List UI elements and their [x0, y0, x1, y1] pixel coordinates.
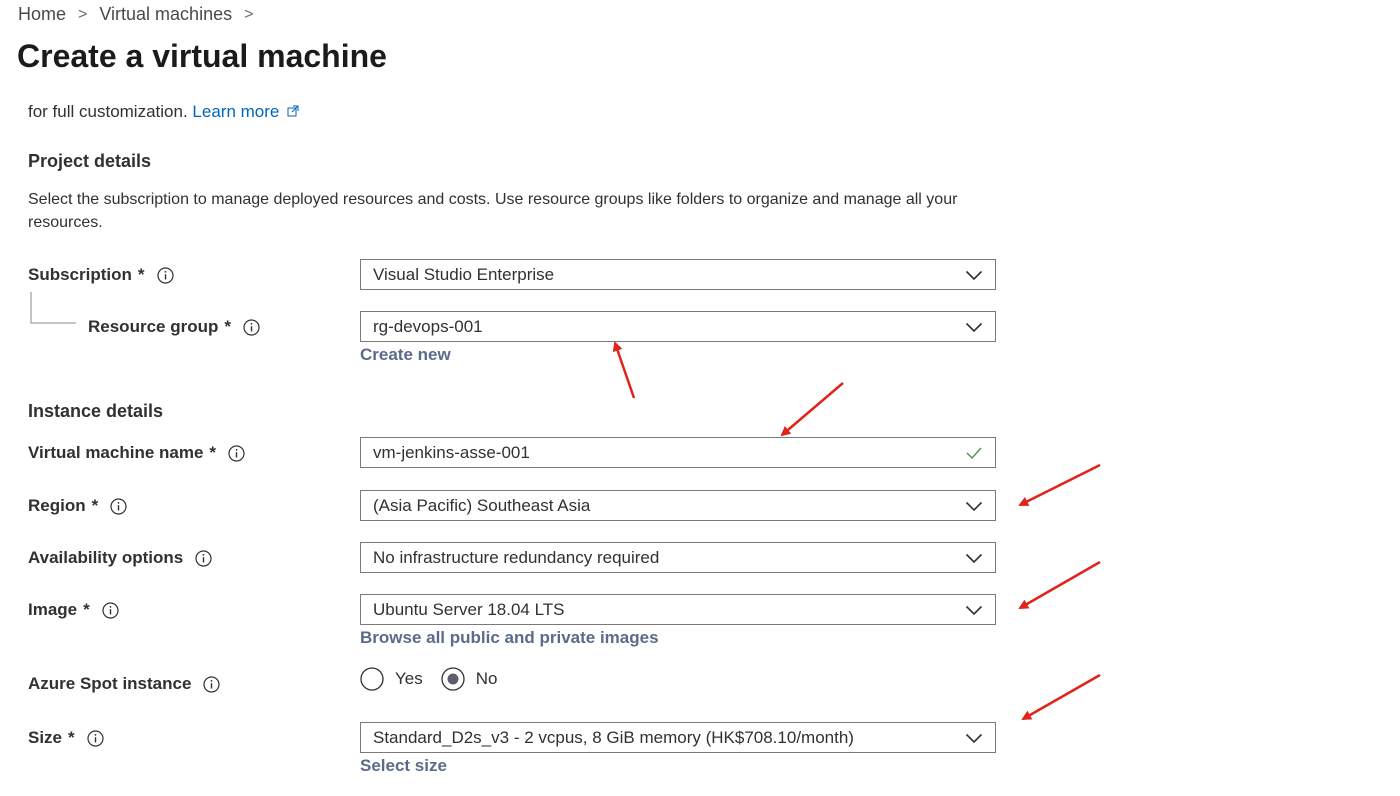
subscription-dropdown[interactable]: Visual Studio Enterprise — [360, 259, 996, 290]
annotation-arrow — [612, 341, 636, 399]
azure-spot-label: Azure Spot instance — [28, 674, 220, 694]
image-label-text: Image — [28, 600, 78, 619]
breadcrumb: Home > Virtual machines > — [18, 4, 265, 25]
info-icon[interactable] — [243, 319, 260, 336]
breadcrumb-home-link[interactable]: Home — [18, 4, 66, 25]
resource-group-value: rg-devops-001 — [373, 316, 483, 336]
availability-label-text: Availability options — [28, 548, 184, 567]
info-icon[interactable] — [87, 730, 104, 747]
vm-name-label-text: Virtual machine name — [28, 443, 204, 462]
required-asterisk: * — [68, 728, 75, 747]
size-label-text: Size — [28, 728, 63, 747]
chevron-right-icon: > — [78, 5, 88, 23]
create-new-link[interactable]: Create new — [360, 345, 451, 365]
vm-name-label: Virtual machine name * — [28, 443, 245, 463]
scrolled-intro-row: for full customization. Learn more — [0, 98, 1400, 122]
annotation-arrow — [1018, 560, 1101, 610]
availability-value: No infrastructure redundancy required — [373, 547, 660, 567]
annotation-arrow — [1021, 673, 1101, 721]
chevron-down-icon — [965, 552, 983, 564]
browse-images-link[interactable]: Browse all public and private images — [360, 628, 659, 648]
tree-connector — [30, 292, 76, 324]
spot-yes-label: Yes — [395, 669, 423, 688]
learn-more-link[interactable]: Learn more — [192, 102, 279, 121]
info-icon[interactable] — [228, 445, 245, 462]
required-asterisk: * — [83, 600, 90, 619]
required-asterisk: * — [137, 265, 145, 284]
resource-group-label: Resource group * — [88, 317, 260, 337]
required-asterisk: * — [91, 496, 99, 515]
info-icon[interactable] — [203, 676, 220, 693]
external-link-icon — [287, 105, 299, 117]
image-label: Image * — [28, 600, 119, 620]
region-label: Region * — [28, 496, 127, 516]
intro-text: for full customization. Learn more — [28, 102, 299, 122]
azure-spot-radio-group: Yes No — [360, 667, 497, 691]
spot-option-yes[interactable]: Yes — [360, 667, 423, 691]
instance-details-heading: Instance details — [28, 401, 164, 421]
region-dropdown[interactable]: (Asia Pacific) Southeast Asia — [360, 490, 996, 521]
availability-options-label: Availability options — [28, 548, 212, 568]
size-label: Size * — [28, 728, 104, 748]
info-icon[interactable] — [102, 602, 119, 619]
chevron-right-icon: > — [244, 5, 254, 23]
azure-spot-label-text: Azure Spot instance — [28, 674, 192, 693]
size-value: Standard_D2s_v3 - 2 vcpus, 8 GiB memory … — [373, 727, 854, 747]
subscription-label-text: Subscription — [28, 265, 132, 284]
chevron-down-icon — [965, 732, 983, 744]
spot-option-no[interactable]: No — [441, 667, 498, 691]
intro-text-body: for full customization. — [28, 102, 188, 121]
info-icon[interactable] — [157, 267, 174, 284]
annotation-arrow — [1018, 463, 1101, 507]
image-value: Ubuntu Server 18.04 LTS — [373, 599, 565, 619]
subscription-label: Subscription * — [28, 265, 174, 285]
image-dropdown[interactable]: Ubuntu Server 18.04 LTS — [360, 594, 996, 625]
spot-no-label: No — [475, 669, 498, 688]
size-dropdown[interactable]: Standard_D2s_v3 - 2 vcpus, 8 GiB memory … — [360, 722, 996, 753]
checkmark-icon — [966, 447, 982, 459]
project-details-heading: Project details — [28, 151, 152, 171]
annotation-arrow — [780, 382, 844, 437]
radio-unselected-icon[interactable] — [360, 667, 384, 691]
required-asterisk: * — [209, 443, 217, 462]
vm-name-value: vm-jenkins-asse-001 — [373, 442, 530, 462]
region-value: (Asia Pacific) Southeast Asia — [373, 495, 591, 515]
radio-selected-icon[interactable] — [441, 667, 465, 691]
resource-group-label-text: Resource group — [88, 317, 219, 336]
info-icon[interactable] — [195, 550, 212, 567]
chevron-down-icon — [965, 269, 983, 281]
breadcrumb-virtual-machines-link[interactable]: Virtual machines — [99, 4, 232, 25]
availability-options-dropdown[interactable]: No infrastructure redundancy required — [360, 542, 996, 573]
chevron-down-icon — [965, 500, 983, 512]
project-details-description: Select the subscription to manage deploy… — [28, 191, 958, 231]
region-label-text: Region — [28, 496, 86, 515]
select-size-link[interactable]: Select size — [360, 756, 447, 776]
page-title: Create a virtual machine — [17, 38, 387, 74]
required-asterisk: * — [224, 317, 231, 336]
chevron-down-icon — [965, 321, 983, 333]
chevron-down-icon — [965, 604, 983, 616]
subscription-value: Visual Studio Enterprise — [373, 264, 555, 284]
vm-name-input[interactable]: vm-jenkins-asse-001 — [360, 437, 996, 468]
resource-group-dropdown[interactable]: rg-devops-001 — [360, 311, 996, 342]
info-icon[interactable] — [110, 498, 127, 515]
